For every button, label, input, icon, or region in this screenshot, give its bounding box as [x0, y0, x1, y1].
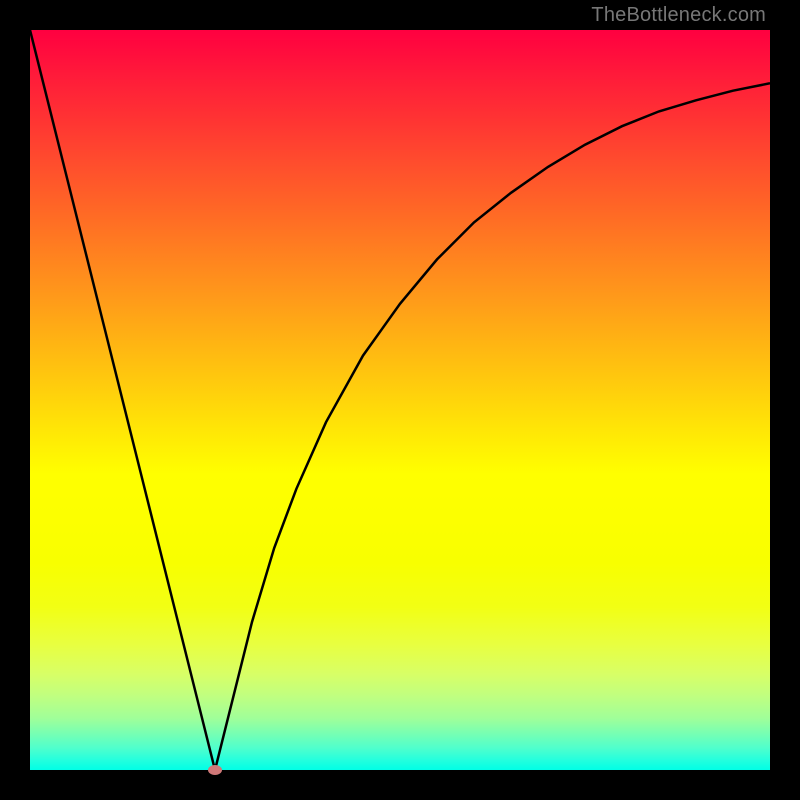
plot-area: [30, 30, 770, 770]
bottleneck-curve: [30, 30, 770, 770]
chart-frame: TheBottleneck.com: [0, 0, 800, 800]
minimum-marker: [208, 765, 222, 775]
watermark-text: TheBottleneck.com: [591, 4, 766, 27]
curve-layer: [30, 30, 770, 770]
